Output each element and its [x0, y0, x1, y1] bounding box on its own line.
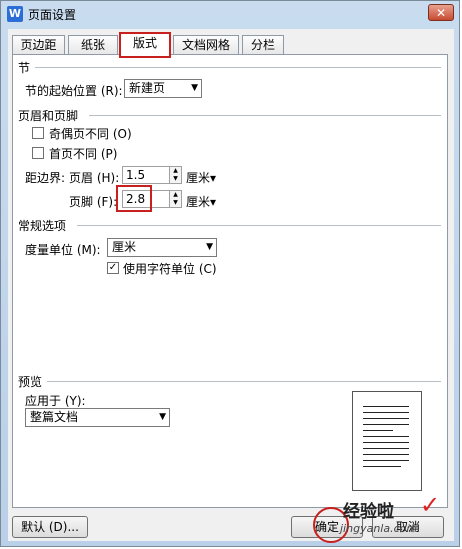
header-distance-label: 页眉 (H): — [69, 171, 120, 185]
section-start-label: 节的起始位置 (R): — [25, 84, 123, 98]
page-preview — [352, 391, 422, 491]
header-footer-divider — [89, 115, 441, 116]
page-setup-dialog: W 页面设置 ✕ 页边距 纸张 版式 文档网格 分栏 节 节的起始位置 (R):… — [0, 0, 460, 547]
preview-text-line — [363, 424, 409, 425]
default-button[interactable]: 默认 (D)... — [12, 516, 88, 538]
section-start-value: 新建页 — [129, 81, 166, 95]
footer-highlight-box — [116, 185, 152, 212]
wps-app-icon: W — [7, 6, 23, 22]
first-page-label: 首页不同 (P) — [49, 147, 118, 161]
apply-to-label: 应用于 (Y): — [25, 394, 86, 408]
section-title: 节 — [18, 61, 31, 75]
chevron-down-icon: ▼ — [206, 242, 213, 252]
general-options-title: 常规选项 — [18, 219, 67, 233]
tab-document-grid[interactable]: 文档网格 — [173, 35, 239, 55]
tab-columns[interactable]: 分栏 — [242, 35, 284, 55]
arrow-up-icon: ▲ — [173, 167, 178, 174]
header-distance-input[interactable]: 1.5 — [122, 166, 170, 184]
odd-even-label: 奇偶页不同 (O) — [49, 127, 132, 141]
preview-title: 预览 — [18, 375, 43, 389]
tab-paper[interactable]: 纸张 — [68, 35, 118, 55]
section-divider — [35, 67, 441, 68]
measure-unit-value: 厘米 — [112, 240, 137, 254]
apply-to-select[interactable]: 整篇文档 ▼ — [25, 408, 170, 427]
watermark-url: jingyanla.com — [340, 522, 418, 535]
preview-text-line — [363, 442, 409, 443]
dialog-client: 页边距 纸张 版式 文档网格 分栏 节 节的起始位置 (R): 新建页 ▼ 页眉… — [8, 29, 454, 543]
preview-text-line — [363, 466, 401, 467]
window-title: 页面设置 — [28, 8, 77, 22]
preview-text-line — [363, 418, 409, 419]
layout-panel: 节 节的起始位置 (R): 新建页 ▼ 页眉和页脚 奇偶页不同 (O) 首页不同… — [12, 54, 448, 508]
arrow-down-icon: ▼ — [173, 199, 178, 206]
close-button[interactable]: ✕ — [428, 4, 454, 21]
arrow-down-icon: ▼ — [173, 175, 178, 182]
footer-distance-stepper[interactable]: ▲ ▼ — [169, 190, 182, 208]
footer-distance-label: 页脚 (F): — [69, 195, 118, 209]
section-start-select[interactable]: 新建页 ▼ — [124, 79, 202, 98]
tab-margins[interactable]: 页边距 — [12, 35, 65, 55]
measure-unit-label: 度量单位 (M): — [25, 243, 101, 257]
footer-unit-dropdown[interactable]: 厘米▾ — [186, 193, 216, 210]
chevron-down-icon: ▼ — [191, 83, 198, 93]
title-bar: W 页面设置 ✕ — [1, 1, 459, 29]
header-distance-stepper[interactable]: ▲ ▼ — [169, 166, 182, 184]
odd-even-checkbox[interactable] — [32, 127, 44, 139]
from-edge-label: 距边界: — [25, 171, 66, 185]
header-footer-title: 页眉和页脚 — [18, 109, 79, 123]
char-units-label: 使用字符单位 (C) — [123, 262, 217, 276]
preview-text-line — [363, 412, 409, 413]
preview-text-line — [363, 406, 409, 407]
preview-text-line — [363, 460, 409, 461]
preview-text-line — [363, 436, 409, 437]
arrow-up-icon: ▲ — [173, 191, 178, 198]
first-page-checkbox[interactable] — [32, 147, 44, 159]
measure-unit-select[interactable]: 厘米 ▼ — [107, 238, 217, 257]
preview-text-line — [363, 430, 393, 431]
general-options-divider — [77, 225, 441, 226]
tab-highlight-box — [119, 32, 171, 58]
watermark-check-icon: ✓ — [420, 491, 441, 519]
preview-divider — [47, 381, 441, 382]
header-unit-dropdown[interactable]: 厘米▾ — [186, 169, 216, 186]
watermark-text: 经验啦 — [343, 502, 394, 522]
apply-to-value: 整篇文档 — [30, 410, 79, 424]
preview-text-line — [363, 454, 409, 455]
chevron-down-icon: ▼ — [159, 412, 166, 422]
preview-text-line — [363, 448, 409, 449]
char-units-checkbox[interactable]: ✓ — [107, 262, 119, 274]
